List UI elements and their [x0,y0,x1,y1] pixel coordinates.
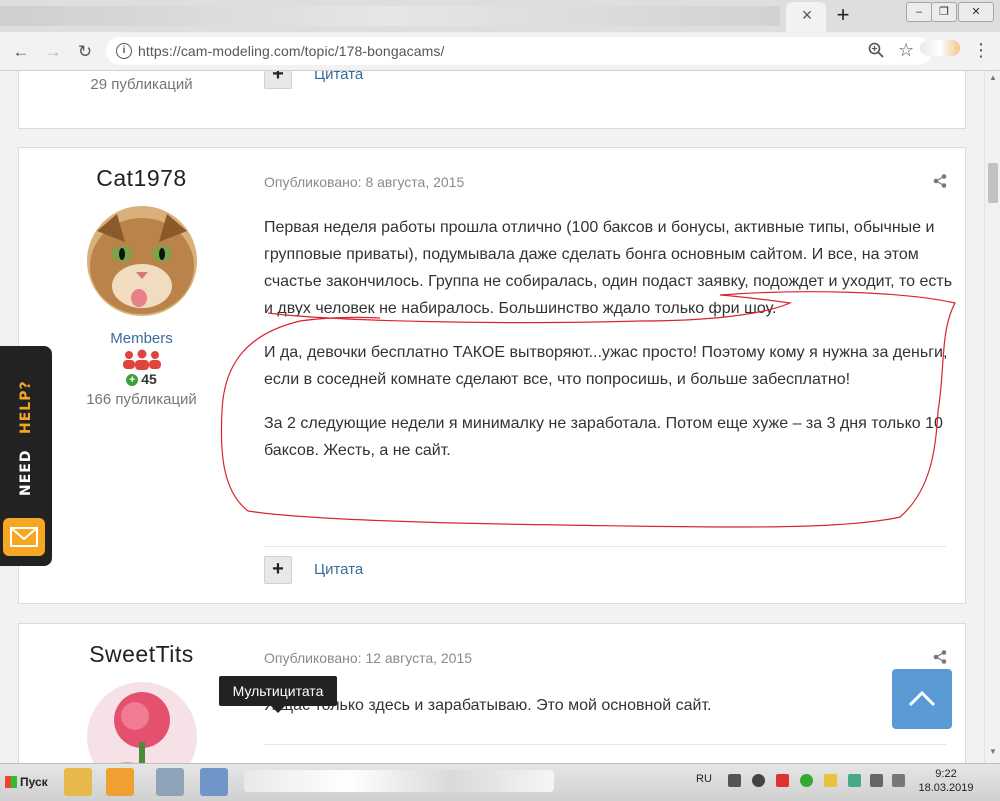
tray-icon[interactable] [870,774,883,787]
clock-date: 18.03.2019 [918,782,974,794]
volume-icon[interactable] [892,774,905,787]
tray-icon[interactable] [800,774,813,787]
scroll-up-icon[interactable]: ▲ [988,73,998,82]
calculator-icon[interactable] [156,768,184,796]
tray-icon[interactable] [752,774,765,787]
share-icon[interactable] [933,650,947,667]
restore-button[interactable]: ❐ [931,2,957,22]
new-tab-button[interactable]: + [832,4,854,26]
page-content: ● 29 публикаций + Цитата Cat1978 [0,71,984,763]
post-paragraph: Первая неделя работы прошла отлично (100… [264,219,953,317]
post-author: ● 29 публикаций [19,71,264,93]
post-author: Cat1978 Members + 45 166 публикаций [19,165,264,408]
scroll-thumb[interactable] [988,163,998,203]
media-player-icon[interactable] [106,768,134,796]
url-path: /topic/178-bongacams/ [300,43,445,59]
window-close-button[interactable]: ✕ [958,2,994,22]
share-icon[interactable] [933,174,947,191]
blurred-tabs[interactable] [0,6,780,26]
profile-avatar[interactable] [920,40,960,56]
post-divider [264,546,946,547]
post-count: 29 публикаций [90,76,193,93]
post-paragraph: И да, девочки бесплатно ТАКОЕ вытворяют.… [264,344,948,388]
reputation: +45 [19,371,264,387]
post-date[interactable]: Опубликовано: 8 августа, 2015 [264,174,464,190]
tab-strip: × + – ❐ ✕ [0,0,1000,32]
username[interactable]: Cat1978 [19,165,264,192]
url-host: https://cam-modeling.com [138,43,301,59]
minimize-button[interactable]: – [906,2,932,22]
tray-icon[interactable] [728,774,741,787]
multiquote-tooltip: Мультицитата [219,676,337,713]
need-help-widget[interactable]: NEED HELP? [0,346,52,566]
tab-close-icon[interactable]: × [796,5,818,26]
tray-icon[interactable] [824,774,837,787]
member-group[interactable]: Members [19,330,264,347]
menu-icon[interactable]: ⋮ [972,40,990,60]
avatar[interactable] [86,682,197,763]
scroll-down-icon[interactable]: ▼ [988,747,998,756]
start-button[interactable]: Пуск [2,770,50,794]
group-members-icon [19,349,264,371]
explorer-icon[interactable] [64,768,92,796]
wordpad-icon[interactable] [200,768,228,796]
post-count: 166 публикаций [86,391,197,408]
page-scrollbar[interactable]: ▲ ▼ [984,71,1000,763]
quote-link[interactable]: Цитата [314,71,363,83]
back-to-top-button[interactable] [892,669,952,729]
post-body: Первая неделя работы прошла отлично (100… [264,214,954,481]
post-divider [264,744,946,745]
windows-logo-icon [5,776,17,788]
post-sweettits: SweetTits Опубликовано: 12 августа, 2015… [18,623,966,763]
tray-icon[interactable] [776,774,789,787]
reputation-plus-icon: + [126,374,139,386]
quote-link[interactable]: Цитата [314,561,363,578]
bookmark-star-icon[interactable]: ☆ [898,40,914,61]
chevron-up-icon [908,690,936,707]
start-label: Пуск [20,775,48,789]
reload-icon[interactable]: ↻ [74,41,96,63]
post-body: Я щас только здесь и зарабатываю. Это мо… [264,697,712,714]
url-text[interactable]: https://cam-modeling.com/topic/178-bonga… [138,43,444,59]
tray-icon[interactable] [848,774,861,787]
post-cat1978: Cat1978 Members + 45 166 публикаций Опуб… [18,147,966,604]
avatar[interactable] [86,206,197,316]
post-paragraph: За 2 следующие недели я минималку не зар… [264,415,943,459]
site-info-icon[interactable]: i [116,43,132,59]
back-icon[interactable]: ← [10,41,32,63]
username[interactable]: SweetTits [19,641,264,668]
reputation-value: 45 [141,371,157,387]
forward-icon[interactable]: → [42,41,64,63]
browser-toolbar: ← → ↻ i https://cam-modeling.com/topic/1… [0,32,1000,71]
multiquote-button[interactable]: + [264,71,292,89]
post-previous: ● 29 публикаций + Цитата [18,71,966,129]
need-help-help-label: HELP? [18,380,34,434]
multiquote-button[interactable]: + [264,556,292,584]
system-clock[interactable]: 9:22 18.03.2019 [916,767,976,795]
address-bar[interactable]: i https://cam-modeling.com/topic/178-bon… [106,37,932,65]
blurred-taskbar-apps[interactable] [244,770,554,792]
zoom-icon[interactable] [868,42,884,63]
need-help-need-label: NEED [18,449,34,496]
language-indicator[interactable]: RU [696,773,712,785]
email-icon[interactable] [3,518,45,556]
post-date[interactable]: Опубликовано: 12 августа, 2015 [264,650,472,666]
clock-time: 9:22 [935,768,957,780]
taskbar: Пуск RU 9:22 18.03.2019 [0,763,1000,801]
